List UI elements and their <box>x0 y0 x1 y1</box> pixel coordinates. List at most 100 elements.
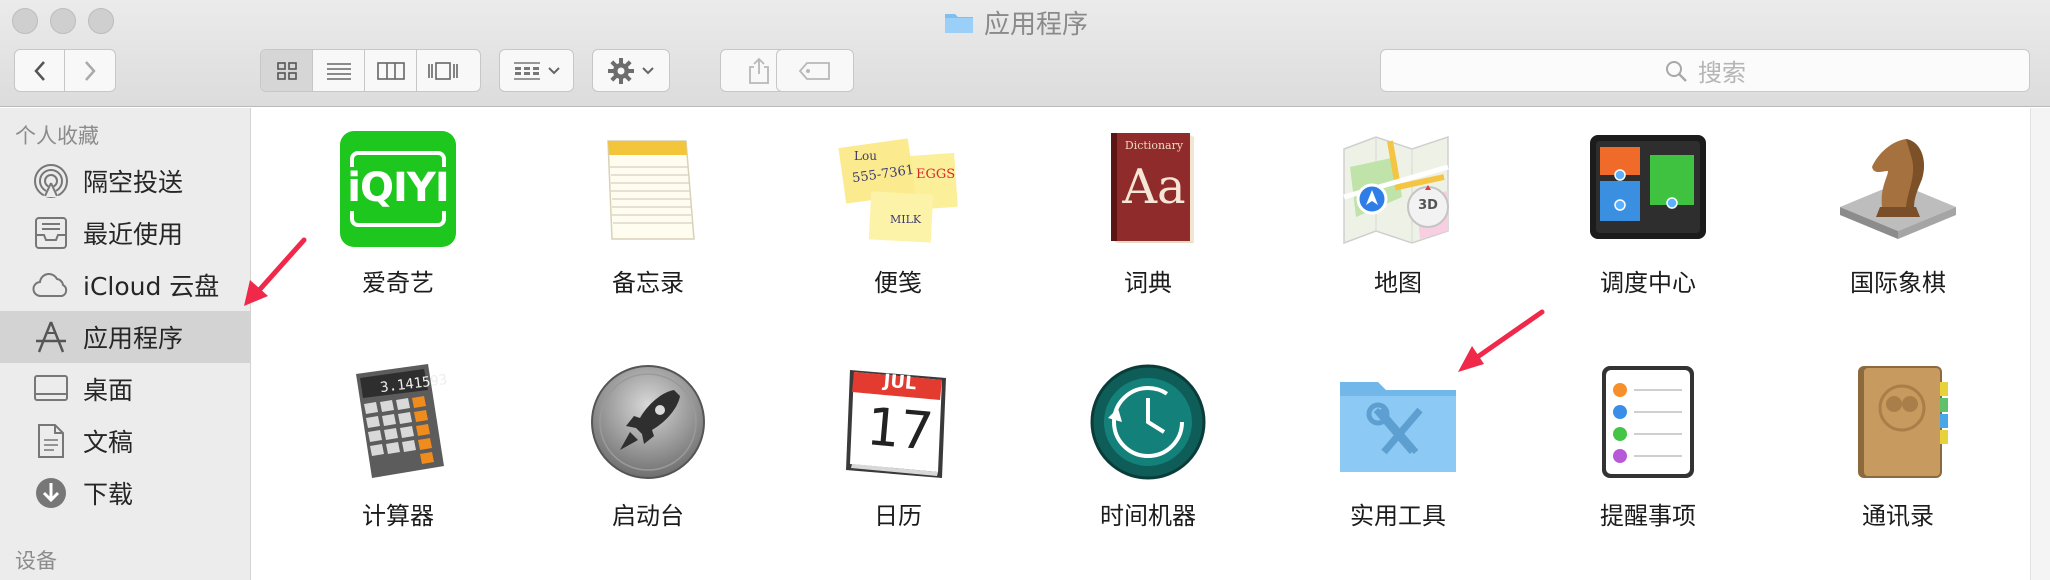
dictionary-icon: Dictionary Aa <box>1086 127 1210 251</box>
gallery-view-icon <box>428 61 458 80</box>
chess-icon <box>1836 127 1960 251</box>
list-view-button[interactable] <box>313 50 365 91</box>
app-item-utilities[interactable]: 实用工具 <box>1288 360 1508 531</box>
chevron-right-icon <box>85 60 96 81</box>
favorites-header: 个人收藏 <box>15 124 99 148</box>
maps-icon: 3D <box>1336 127 1460 251</box>
app-name: 地图 <box>1374 269 1422 297</box>
icon-view-button[interactable] <box>261 50 313 91</box>
sidebar: 个人收藏 隔空投送 最近使用 iCloud 云盘 应用程序 桌面 文稿 下载 设… <box>0 108 251 580</box>
list-view-icon <box>326 62 351 80</box>
app-item-stickies[interactable]: Lou 555-7361 EGGS MILK 便笺 <box>788 127 1008 298</box>
sidebar-item-icloud[interactable]: iCloud 云盘 <box>0 259 250 311</box>
tag-icon <box>798 61 830 80</box>
utilities-folder-icon <box>1336 360 1460 484</box>
sidebar-item-recents[interactable]: 最近使用 <box>0 207 250 259</box>
minimize-window-button[interactable] <box>50 8 76 34</box>
toolbar: 应用程序 搜索 <box>0 0 2050 107</box>
app-name: 备忘录 <box>612 269 684 297</box>
chevron-left-icon <box>33 60 45 81</box>
maps-3d-badge: 3D <box>1418 198 1438 213</box>
icon-view-icon <box>276 61 297 80</box>
close-window-button[interactable] <box>12 8 38 34</box>
iqiyi-logo-text: iQIYI <box>347 165 449 211</box>
app-name: 国际象棋 <box>1850 269 1946 297</box>
window-title-label: 应用程序 <box>984 9 1089 40</box>
sidebar-item-label: 桌面 <box>83 376 134 405</box>
app-name: 计算器 <box>362 502 434 530</box>
sticky-note-text: MILK <box>890 213 922 226</box>
annotation-arrow <box>1458 309 1545 372</box>
dictionary-title: Dictionary <box>1124 139 1184 152</box>
sticky-note-text: Lou <box>854 149 877 163</box>
app-item-contacts[interactable]: 通讯录 <box>1788 360 2008 531</box>
calculator-icon: 3.141593 <box>336 360 460 484</box>
sidebar-item-label: 文稿 <box>83 428 134 457</box>
app-item-reminders[interactable]: 提醒事项 <box>1538 360 1758 531</box>
devices-header: 设备 <box>15 549 57 573</box>
app-item-time-machine[interactable]: 时间机器 <box>1038 360 1258 531</box>
documents-icon <box>31 421 71 461</box>
app-item-launchpad[interactable]: 启动台 <box>538 360 758 531</box>
share-icon <box>749 57 769 84</box>
app-name: 启动台 <box>612 502 684 530</box>
gear-icon <box>608 57 634 84</box>
search-icon <box>1666 60 1687 82</box>
sidebar-item-downloads[interactable]: 下载 <box>0 467 250 519</box>
app-name: 日历 <box>874 502 922 530</box>
sidebar-item-label: 下载 <box>83 480 134 509</box>
recents-icon <box>31 213 71 253</box>
annotation-arrow <box>244 237 307 306</box>
group-icon <box>513 61 540 80</box>
sidebar-item-applications[interactable]: 应用程序 <box>0 311 250 363</box>
sidebar-item-documents[interactable]: 文稿 <box>0 415 250 467</box>
app-name: 调度中心 <box>1600 269 1696 297</box>
calendar-day: 17 <box>864 397 936 463</box>
action-button[interactable] <box>592 49 670 92</box>
contacts-icon <box>1836 360 1960 484</box>
app-item-dictionary[interactable]: Dictionary Aa 词典 <box>1038 127 1258 298</box>
app-item-mission-control[interactable]: 调度中心 <box>1538 127 1758 298</box>
applications-icon <box>31 317 71 357</box>
sidebar-item-desktop[interactable]: 桌面 <box>0 363 250 415</box>
calendar-month: JUL <box>882 370 918 395</box>
column-view-icon <box>376 61 405 80</box>
cloud-icon <box>31 265 71 305</box>
arrange-button[interactable] <box>499 49 574 92</box>
search-placeholder: 搜索 <box>1698 59 1746 87</box>
app-grid: iQIYI 爱奇艺 备忘录 Lou 555-7361 EGGS MILK 便笺 … <box>252 108 2050 580</box>
downloads-icon <box>31 473 71 513</box>
sidebar-item-label: 最近使用 <box>83 220 184 249</box>
app-name: 爱奇艺 <box>362 269 434 297</box>
gallery-view-button[interactable] <box>417 50 469 91</box>
sidebar-item-airdrop[interactable]: 隔空投送 <box>0 155 250 207</box>
sidebar-item-label: iCloud 云盘 <box>83 272 220 301</box>
vertical-scrollbar[interactable] <box>2030 108 2050 580</box>
sidebar-item-label: 应用程序 <box>83 324 184 353</box>
app-item-calendar[interactable]: JUL 17 日历 <box>788 360 1008 531</box>
search-field[interactable]: 搜索 <box>1380 49 2030 92</box>
back-button[interactable] <box>15 50 65 91</box>
iqiyi-icon: iQIYI <box>336 127 460 251</box>
chevron-down-icon <box>547 66 560 74</box>
notes-icon <box>586 127 710 251</box>
finder-window: 应用程序 搜索 个人收藏 隔空投送 最近使用 iCloud 云盘 应用程序 桌面… <box>0 0 2050 580</box>
stickies-icon: Lou 555-7361 EGGS MILK <box>836 127 960 251</box>
tags-button[interactable] <box>776 49 854 92</box>
forward-button[interactable] <box>65 50 115 91</box>
airdrop-icon <box>31 161 71 201</box>
window-title: 应用程序 <box>944 4 1088 40</box>
app-item-iqiyi[interactable]: iQIYI 爱奇艺 <box>288 127 508 298</box>
time-machine-icon <box>1086 360 1210 484</box>
calendar-icon: JUL 17 <box>836 360 960 484</box>
column-view-button[interactable] <box>365 50 417 91</box>
navigation-buttons <box>14 49 116 92</box>
folder-icon <box>945 14 973 33</box>
chevron-down-icon <box>642 66 654 74</box>
app-item-notes[interactable]: 备忘录 <box>538 127 758 298</box>
app-item-calculator[interactable]: 3.141593 计算器 <box>288 360 508 531</box>
app-item-chess[interactable]: 国际象棋 <box>1788 127 2008 298</box>
zoom-window-button[interactable] <box>88 8 114 34</box>
app-item-maps[interactable]: 3D 地图 <box>1288 127 1508 298</box>
reminders-icon <box>1586 360 1710 484</box>
